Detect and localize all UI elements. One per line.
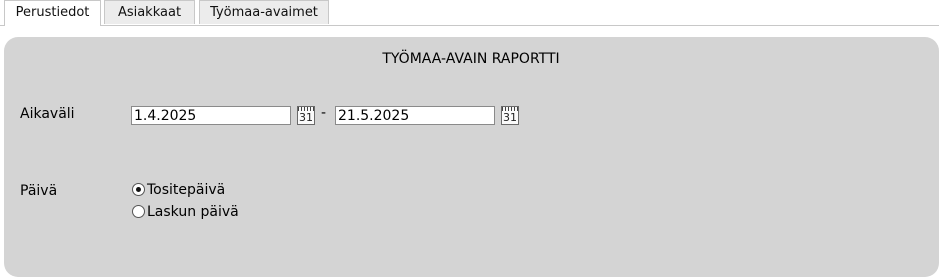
tab-perustiedot[interactable]: Perustiedot [4, 0, 101, 26]
calendar-icon-text: 31 [503, 111, 517, 124]
date-range-label: Aikaväli [20, 106, 75, 122]
radio-label: Tositepäivä [147, 182, 226, 198]
radio-button[interactable] [132, 182, 145, 196]
tab-bar: Perustiedot Asiakkaat Työmaa-avaimet [0, 0, 939, 26]
report-panel: TYÖMAA-AVAIN RAPORTTI Aikaväli 31 - 31 P… [4, 37, 939, 277]
calendar-icon-text: 31 [299, 111, 313, 124]
tab-asiakkaat[interactable]: Asiakkaat [104, 0, 195, 24]
radio-label: Laskun päivä [147, 204, 239, 220]
day-label: Päivä [20, 183, 58, 199]
tab-tyomaa-avaimet[interactable]: Työmaa-avaimet [199, 0, 329, 24]
start-date-input[interactable] [131, 106, 291, 125]
calendar-icon[interactable]: 31 [501, 106, 519, 125]
page-title: TYÖMAA-AVAIN RAPORTTI [382, 51, 560, 67]
radio-option-tositepaiva[interactable]: Tositepäivä [132, 181, 225, 199]
radio-option-laskun-paiva[interactable]: Laskun päivä [132, 203, 239, 221]
date-separator: - [321, 105, 327, 121]
radio-button[interactable] [132, 204, 145, 218]
calendar-icon[interactable]: 31 [297, 106, 315, 125]
end-date-input[interactable] [335, 106, 495, 125]
